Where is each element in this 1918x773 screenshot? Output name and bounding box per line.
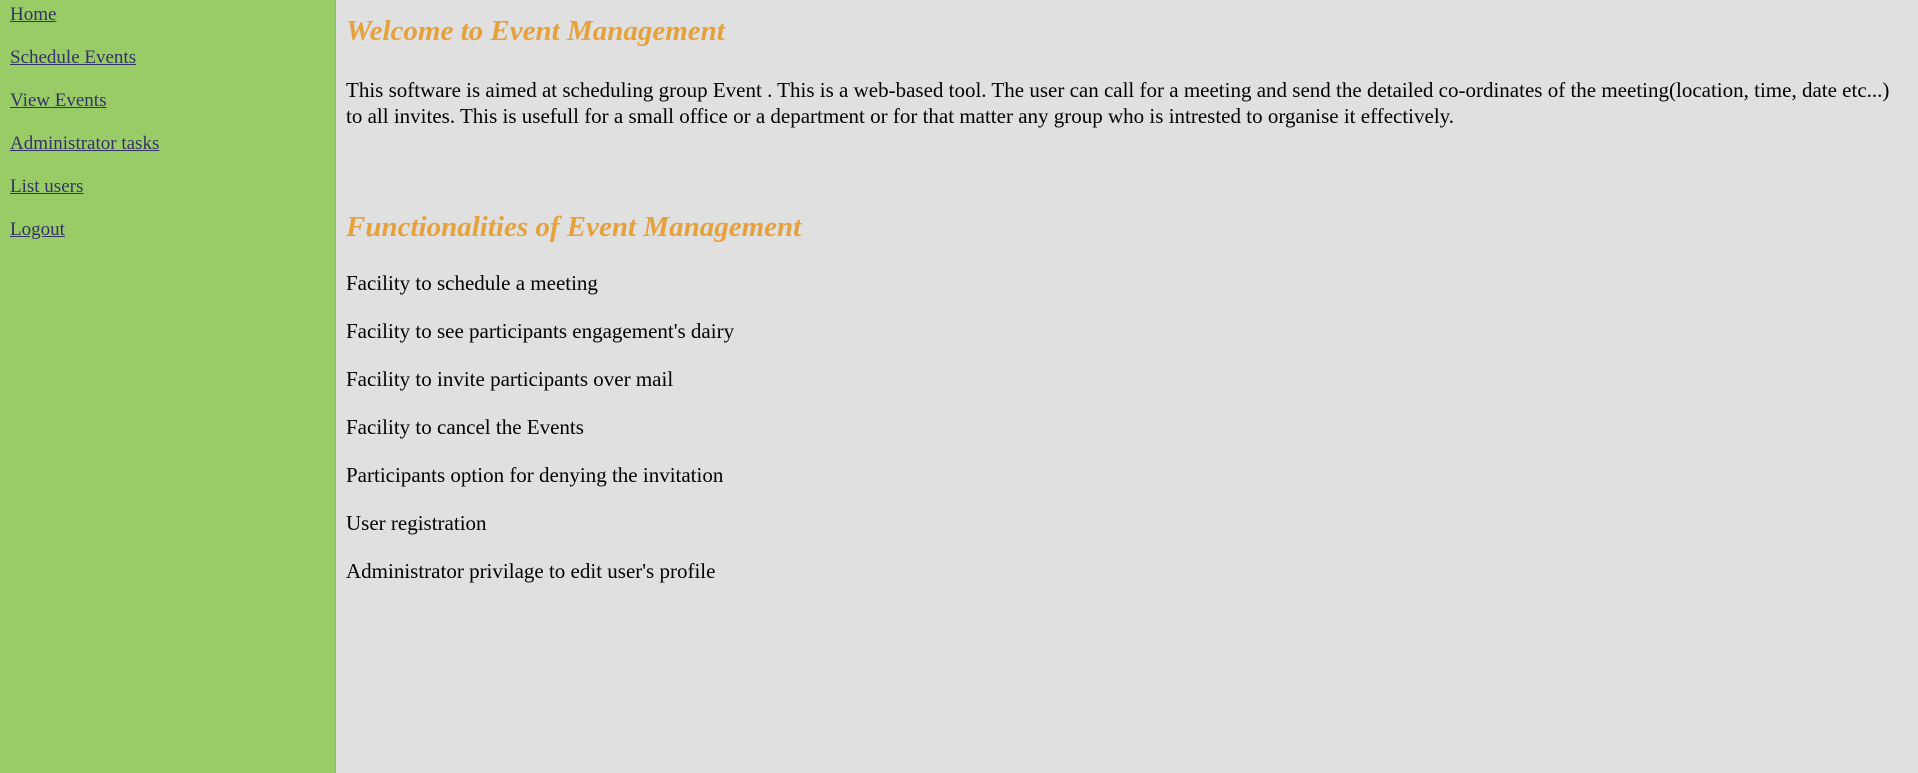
functionalities-heading: Functionalities of Event Management	[346, 211, 802, 243]
nav-link-schedule-events[interactable]: Schedule Events	[10, 47, 335, 69]
feature-item: Facility to schedule a meeting	[346, 271, 598, 295]
feature-item: Facility to invite participants over mai…	[346, 367, 674, 391]
feature-list: Facility to schedule a meeting Facility …	[346, 271, 1908, 583]
sidebar-nav: Home Schedule Events View Events Adminis…	[0, 0, 336, 773]
intro-paragraph: This software is aimed at scheduling gro…	[346, 78, 1890, 128]
nav-link-administrator-tasks[interactable]: Administrator tasks	[10, 133, 335, 155]
nav-link-home[interactable]: Home	[10, 4, 335, 26]
nav-link-list-users[interactable]: List users	[10, 176, 335, 198]
feature-item: Facility to see participants engagement'…	[346, 319, 735, 343]
feature-item: Administrator privilage to edit user's p…	[346, 559, 716, 583]
feature-item: Participants option for denying the invi…	[346, 463, 724, 487]
welcome-heading: Welcome to Event Management	[346, 15, 725, 47]
page-layout: Home Schedule Events View Events Adminis…	[0, 0, 1918, 773]
main-content: Welcome to Event Management This softwar…	[336, 0, 1918, 773]
feature-item: User registration	[346, 511, 487, 535]
nav-link-logout[interactable]: Logout	[10, 219, 335, 241]
nav-link-view-events[interactable]: View Events	[10, 90, 335, 112]
feature-item: Facility to cancel the Events	[346, 415, 584, 439]
